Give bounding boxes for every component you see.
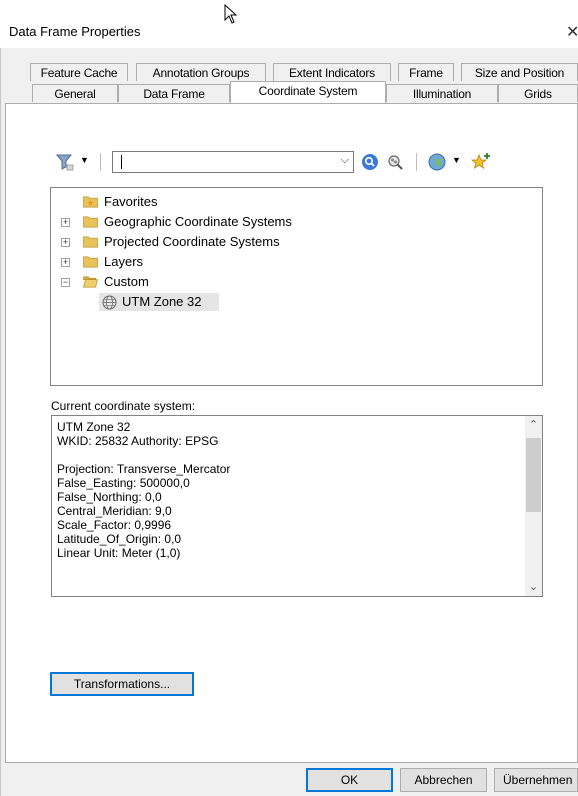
scroll-up-icon[interactable]: ⌃ <box>525 416 542 434</box>
folder-icon <box>83 256 98 268</box>
tree-item-layers[interactable]: + Layers <box>51 253 541 271</box>
tree-item-projected-coordinate-systems[interactable]: + Projected Coordinate Systems <box>51 233 541 251</box>
tree-item-custom[interactable]: − Custom <box>51 273 541 291</box>
filter-icon[interactable] <box>56 153 74 171</box>
search-combobox[interactable]: ⌵ <box>112 151 354 173</box>
collapse-icon[interactable]: − <box>61 278 70 287</box>
expand-icon[interactable]: + <box>61 238 70 247</box>
open-folder-icon <box>83 276 98 288</box>
scroll-down-icon[interactable]: ⌄ <box>525 578 542 596</box>
tab-grids[interactable]: Grids <box>498 84 578 102</box>
info-line: False_Northing: 0,0 <box>57 490 162 504</box>
ok-button[interactable]: OK <box>306 768 393 792</box>
toolbar-separator <box>416 153 417 171</box>
info-line: Linear Unit: Meter (1,0) <box>57 546 181 560</box>
expand-icon[interactable]: + <box>61 258 70 267</box>
current-coordinate-system-details[interactable]: UTM Zone 32 WKID: 25832 Authority: EPSG … <box>51 415 543 597</box>
tab-extent-indicators[interactable]: Extent Indicators <box>273 63 391 81</box>
folder-icon <box>83 216 98 228</box>
tree-item-geographic-coordinate-systems[interactable]: + Geographic Coordinate Systems <box>51 213 541 231</box>
tab-annotation-groups[interactable]: Annotation Groups <box>136 63 266 81</box>
info-line: Central_Meridian: 9,0 <box>57 504 172 518</box>
info-line: Projection: Transverse_Mercator <box>57 462 231 476</box>
tab-size-and-position[interactable]: Size and Position <box>461 63 578 81</box>
tab-illumination[interactable]: Illumination <box>386 84 498 102</box>
tab-coordinate-system[interactable]: Coordinate System <box>230 81 386 103</box>
current-coordinate-system-label: Current coordinate system: <box>51 399 196 413</box>
info-line: UTM Zone 32 <box>57 420 131 434</box>
tree-item-favorites[interactable]: Favorites <box>51 193 541 211</box>
search-options-icon[interactable] <box>386 153 404 171</box>
expand-icon[interactable]: + <box>61 218 70 227</box>
globe-icon <box>102 295 117 310</box>
transformations-button[interactable]: Transformations... <box>50 672 194 696</box>
toolbar-separator <box>100 153 101 171</box>
title-bar[interactable]: Data Frame Properties ✕ <box>0 0 578 48</box>
coordinate-system-tree[interactable]: Favorites + Geographic Coordinate System… <box>50 187 543 386</box>
favorites-folder-icon <box>83 196 98 208</box>
apply-button[interactable]: Übernehmen <box>494 768 578 792</box>
scrollbar-thumb[interactable] <box>526 438 541 512</box>
tree-item-utm-zone-32[interactable]: UTM Zone 32 <box>99 293 219 311</box>
info-line: False_Easting: 500000,0 <box>57 476 190 490</box>
folder-icon <box>83 236 98 248</box>
filter-dropdown-arrow-icon[interactable]: ▼ <box>80 155 89 165</box>
tab-frame[interactable]: Frame <box>398 63 454 81</box>
tab-feature-cache[interactable]: Feature Cache <box>30 63 128 81</box>
mouse-cursor-icon <box>224 4 238 24</box>
info-line: WKID: 25832 Authority: EPSG <box>57 434 219 448</box>
globe-dropdown-arrow-icon[interactable]: ▼ <box>452 155 461 165</box>
close-icon[interactable]: ✕ <box>566 22 578 42</box>
text-caret <box>121 155 122 169</box>
info-line: Latitude_Of_Origin: 0,0 <box>57 532 182 546</box>
dialog-window: Data Frame Properties ✕ Feature Cache An… <box>0 0 578 796</box>
tab-general[interactable]: General <box>32 84 118 102</box>
cancel-button[interactable]: Abbrechen <box>400 768 487 792</box>
globe-icon[interactable] <box>428 153 446 171</box>
window-title: Data Frame Properties <box>9 24 141 39</box>
info-line: Scale_Factor: 0,9996 <box>57 518 172 532</box>
tab-data-frame[interactable]: Data Frame <box>118 84 230 102</box>
window-border <box>0 48 1 796</box>
vertical-scrollbar[interactable]: ⌃ ⌄ <box>525 416 542 596</box>
favorites-add-icon[interactable] <box>470 151 492 173</box>
search-icon[interactable] <box>361 153 379 171</box>
chevron-down-icon[interactable]: ⌵ <box>341 154 349 167</box>
